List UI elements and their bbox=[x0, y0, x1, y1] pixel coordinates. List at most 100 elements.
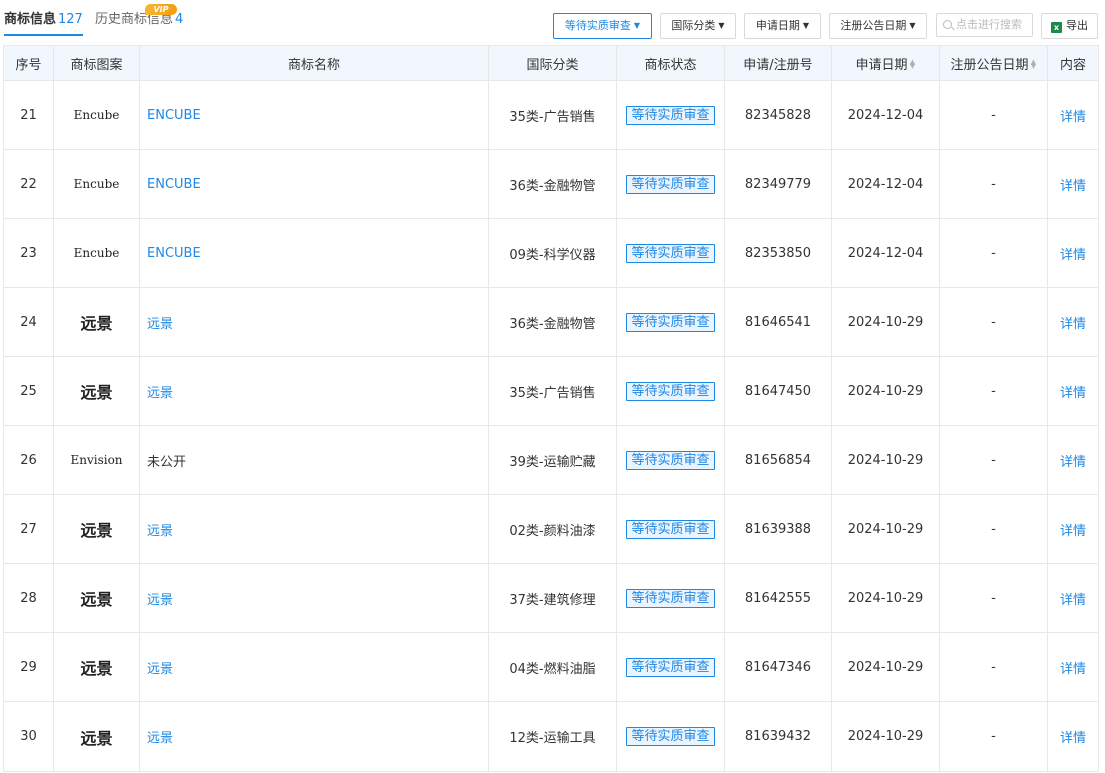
cell-notice-date: - bbox=[939, 563, 1048, 633]
cell-status: 等待实质审查 bbox=[616, 218, 725, 288]
cell-notice-date: - bbox=[939, 149, 1048, 219]
class-filter-dropdown[interactable]: 国际分类 ▼ bbox=[660, 13, 736, 39]
cell-status: 等待实质审查 bbox=[616, 149, 725, 219]
cell-content: 详情 bbox=[1047, 494, 1099, 564]
header-status: 商标状态 bbox=[616, 45, 725, 81]
cell-regno: 81646541 bbox=[724, 287, 832, 357]
cell-status: 等待实质审查 bbox=[616, 632, 725, 702]
detail-link[interactable]: 详情 bbox=[1060, 317, 1086, 332]
search-input[interactable]: 点击进行搜索 bbox=[936, 13, 1033, 37]
cell-apply-date: 2024-10-29 bbox=[831, 494, 940, 564]
cell-index: 22 bbox=[3, 149, 54, 219]
detail-link[interactable]: 详情 bbox=[1060, 110, 1086, 125]
filter-label: 国际分类 bbox=[671, 19, 716, 32]
status-badge: 等待实质审查 bbox=[626, 727, 715, 746]
vip-badge: VIP bbox=[145, 4, 177, 15]
table-row: 21 Encube ENCUBE 35类-广告销售 等待实质审查 82345828 2024… bbox=[3, 80, 1099, 150]
export-button[interactable]: x 导出 bbox=[1041, 13, 1098, 39]
cell-name: ENCUBE bbox=[139, 218, 489, 288]
cell-notice-date: - bbox=[939, 632, 1048, 702]
cell-content: 详情 bbox=[1047, 701, 1099, 772]
header-notice-date[interactable]: 注册公告日期 ▲ ▼ bbox=[939, 45, 1048, 81]
notice-date-filter-dropdown[interactable]: 注册公告日期 ▼ bbox=[829, 13, 927, 39]
trademark-logo: 远景 bbox=[53, 701, 140, 772]
header-class: 国际分类 bbox=[488, 45, 617, 81]
trademark-name-link[interactable]: ENCUBE bbox=[147, 108, 201, 123]
trademark-name-link[interactable]: ENCUBE bbox=[147, 246, 201, 261]
cell-name: ENCUBE bbox=[139, 80, 489, 150]
cell-name: 远景 bbox=[139, 287, 489, 357]
trademark-logo: 远景 bbox=[53, 494, 140, 564]
caret-down-icon: ▼ bbox=[633, 21, 641, 30]
trademark-name-link[interactable]: 远景 bbox=[147, 593, 173, 608]
detail-link[interactable]: 详情 bbox=[1060, 455, 1086, 470]
detail-link[interactable]: 详情 bbox=[1060, 731, 1086, 746]
cell-notice-date: - bbox=[939, 218, 1048, 288]
table-row: 25 远景 远景 35类-广告销售 等待实质审查 81647450 2024-10-29- 详… bbox=[3, 356, 1099, 426]
trademark-logo: 远景 bbox=[53, 563, 140, 633]
cell-content: 详情 bbox=[1047, 149, 1099, 219]
detail-link[interactable]: 详情 bbox=[1060, 662, 1086, 677]
cell-notice-date: - bbox=[939, 287, 1048, 357]
trademark-name-link[interactable]: 远景 bbox=[147, 731, 173, 746]
table-row: 27 远景 远景 02类-颜料油漆 等待实质审查 81639388 2024-10-29- 详… bbox=[3, 494, 1099, 564]
logo-text: Encube bbox=[73, 176, 120, 191]
logo-text: Encube bbox=[73, 245, 120, 260]
cell-status: 等待实质审查 bbox=[616, 356, 725, 426]
trademark-logo: 远景 bbox=[53, 287, 140, 357]
detail-link[interactable]: 详情 bbox=[1060, 179, 1086, 194]
excel-icon: x bbox=[1051, 22, 1062, 33]
trademark-logo: Encube bbox=[53, 218, 140, 288]
table-row: 24 远景 远景 36类-金融物管 等待实质审查 81646541 2024-10-29- 详… bbox=[3, 287, 1099, 357]
cell-regno: 81639388 bbox=[724, 494, 832, 564]
trademark-logo: Envision bbox=[53, 425, 140, 495]
trademark-name-link[interactable]: 远景 bbox=[147, 386, 173, 401]
detail-link[interactable]: 详情 bbox=[1060, 386, 1086, 401]
status-filter-dropdown[interactable]: 等待实质审查 ▼ bbox=[553, 13, 652, 39]
header-label: 注册公告日期 bbox=[950, 57, 1029, 73]
cell-regno: 81647450 bbox=[724, 356, 832, 426]
trademark-name-link[interactable]: 远景 bbox=[147, 317, 173, 332]
sort-icon[interactable]: ▲ ▼ bbox=[1031, 58, 1037, 69]
detail-link[interactable]: 详情 bbox=[1060, 248, 1086, 263]
cell-content: 详情 bbox=[1047, 218, 1099, 288]
trademark-logo: 远景 bbox=[53, 632, 140, 702]
cell-class: 35类-广告销售 bbox=[488, 356, 617, 426]
cell-name: ENCUBE bbox=[139, 149, 489, 219]
trademark-name-link[interactable]: 远景 bbox=[147, 524, 173, 539]
status-badge: 等待实质审查 bbox=[626, 105, 715, 125]
sort-icon[interactable]: ▲ ▼ bbox=[910, 58, 916, 69]
tab-label: 商标信息 bbox=[4, 12, 57, 27]
cell-status: 等待实质审查 bbox=[616, 701, 725, 772]
status-badge: 等待实质审查 bbox=[626, 450, 715, 470]
tab-trademark-info[interactable]: 商标信息 127 bbox=[4, 12, 83, 36]
cell-notice-date: - bbox=[939, 425, 1048, 495]
toolbar: 商标信息 127 历史商标信息 4 VIP 等待实质审查 ▼ 国际分类 ▼ 申请日期 ▼ … bbox=[0, 0, 1105, 44]
table-row: 23 Encube ENCUBE 09类-科学仪器 等待实质审查 82353850 2024… bbox=[3, 218, 1099, 288]
cell-class: 12类-运输工具 bbox=[488, 701, 617, 772]
status-badge: 等待实质审查 bbox=[626, 657, 715, 677]
cell-index: 28 bbox=[3, 563, 54, 633]
trademark-name-link[interactable]: 远景 bbox=[147, 662, 173, 677]
table-header-row: 序号 商标图案 商标名称 国际分类 商标状态 申请/注册号 申请日期 ▲ ▼ 注册公… bbox=[3, 45, 1099, 81]
apply-date-filter-dropdown[interactable]: 申请日期 ▼ bbox=[744, 13, 821, 39]
status-badge: 等待实质审查 bbox=[626, 381, 715, 401]
table-row: 22 Encube ENCUBE 36类-金融物管 等待实质审查 82349779 2024… bbox=[3, 149, 1099, 219]
detail-link[interactable]: 详情 bbox=[1060, 593, 1086, 608]
cell-index: 27 bbox=[3, 494, 54, 564]
caret-down-icon: ▼ bbox=[909, 21, 916, 30]
filter-label: 注册公告日期 bbox=[840, 19, 907, 32]
table-row: 28 远景 远景 37类-建筑修理 等待实质审查 81642555 2024-10-29- 详… bbox=[3, 563, 1099, 633]
cell-apply-date: 2024-12-04 bbox=[831, 218, 940, 288]
detail-link[interactable]: 详情 bbox=[1060, 524, 1086, 539]
header-logo: 商标图案 bbox=[53, 45, 140, 81]
logo-text: Encube bbox=[73, 107, 120, 122]
header-apply-date[interactable]: 申请日期 ▲ ▼ bbox=[831, 45, 940, 81]
trademark-logo: 远景 bbox=[53, 356, 140, 426]
filter-label: 等待实质审查 bbox=[564, 19, 631, 32]
status-badge: 等待实质审查 bbox=[626, 588, 715, 608]
table-row: 26 Envision 未公开 39类-运输贮藏 等待实质审查 81656854 2024-… bbox=[3, 425, 1099, 495]
cell-class: 02类-颜料油漆 bbox=[488, 494, 617, 564]
trademark-logo: Encube bbox=[53, 80, 140, 150]
trademark-name-link[interactable]: ENCUBE bbox=[147, 177, 201, 192]
